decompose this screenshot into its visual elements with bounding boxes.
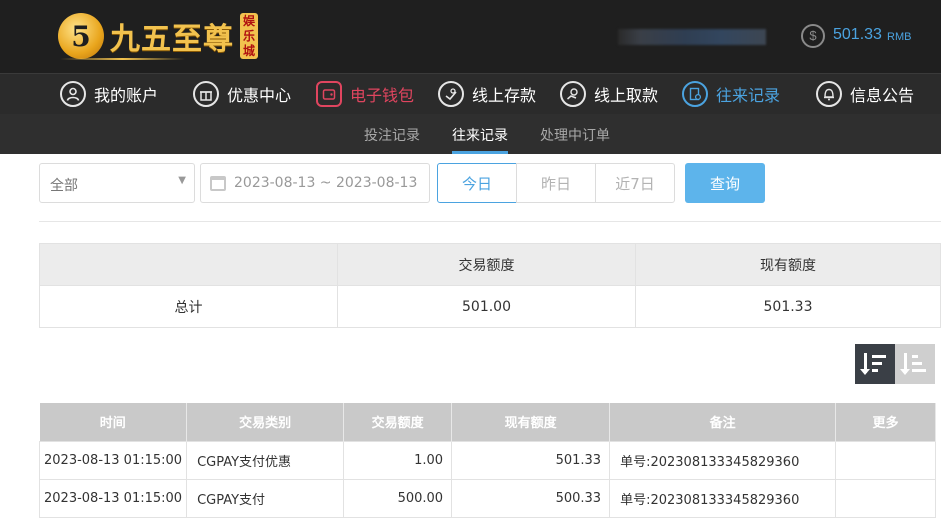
summary-header-balance: 现有额度: [635, 243, 941, 286]
gift-icon: [193, 81, 219, 107]
column-header-balance: 现有额度: [451, 403, 611, 441]
dollar-icon: $: [801, 24, 825, 48]
cell-more[interactable]: [835, 478, 936, 518]
nav-announcements[interactable]: 信息公告: [816, 80, 914, 108]
column-header-amount: 交易额度: [343, 403, 453, 441]
nav-online-withdraw[interactable]: 线上取款: [560, 80, 658, 108]
nav-online-deposit[interactable]: 线上存款: [438, 80, 536, 108]
withdraw-icon: [560, 81, 586, 107]
column-header-time: 时间: [39, 403, 188, 441]
sort-descending-button[interactable]: [855, 344, 895, 384]
cell-time: 2023-08-13 01:15:00: [38, 440, 188, 480]
logo-ornament: [60, 58, 185, 60]
summary-total-label: 总计: [39, 285, 338, 328]
deposit-icon: [438, 81, 464, 107]
masked-username: [618, 29, 766, 45]
cell-remark: 单号:202308133345829360: [609, 478, 837, 518]
nav-label: 线上存款: [472, 86, 537, 105]
records-header-row: 时间 交易类别 交易额度 现有额度 备注 更多: [39, 403, 936, 441]
select-value: 全部: [50, 178, 78, 194]
cell-time: 2023-08-13 01:15:00: [38, 478, 188, 518]
summary-header-amount: 交易额度: [337, 243, 636, 286]
divider: [39, 221, 941, 222]
cell-balance: 500.33: [451, 478, 611, 518]
wallet-icon: [316, 81, 342, 107]
summary-total-amount: 501.00: [337, 285, 636, 328]
summary-table: 交易额度 现有额度 总计 501.00 501.33: [39, 243, 941, 328]
column-header-remark: 备注: [609, 403, 837, 441]
date-range-value: 2023-08-13 ~ 2023-08-13: [234, 175, 418, 191]
tab-bet-records[interactable]: 投注记录: [364, 125, 420, 145]
nav-e-wallet[interactable]: 电子钱包: [316, 80, 414, 108]
yesterday-button[interactable]: 昨日: [516, 163, 596, 203]
site-logo[interactable]: 5 九五至尊 娱乐城: [58, 10, 258, 62]
balance-currency: RMB: [887, 31, 912, 43]
logo-tag: 娱乐城: [240, 13, 258, 59]
active-tab-indicator: [452, 151, 508, 154]
cell-remark: 单号:202308133345829360: [609, 440, 837, 480]
summary-total-balance: 501.33: [635, 285, 941, 328]
summary-header-row: 交易额度 现有额度: [39, 243, 941, 286]
calendar-icon: [210, 176, 226, 191]
summary-header-empty: [39, 243, 338, 286]
cell-type: CGPAY支付优惠: [186, 440, 345, 480]
nav-label: 往来记录: [716, 86, 781, 105]
sort-ascending-button[interactable]: [895, 344, 935, 384]
summary-total-row: 总计 501.00 501.33: [39, 285, 941, 328]
logo-emblem-icon: 5: [58, 13, 104, 59]
cell-type: CGPAY支付: [186, 478, 345, 518]
logo-text: 九五至尊: [110, 22, 234, 57]
user-icon: [60, 81, 86, 107]
nav-my-account[interactable]: 我的账户: [60, 80, 158, 108]
nav-label: 电子钱包: [350, 86, 415, 105]
today-button[interactable]: 今日: [437, 163, 517, 203]
nav-label: 线上取款: [594, 86, 659, 105]
chevron-down-icon: ▼: [178, 175, 186, 186]
cell-amount: 1.00: [343, 440, 453, 480]
sub-nav: 投注记录 往来记录 处理中订单: [0, 114, 941, 154]
sort-descending-icon: [860, 353, 888, 375]
tab-pending-orders[interactable]: 处理中订单: [540, 125, 610, 145]
records-table: 时间 交易类别 交易额度 现有额度 备注 更多 2023-08-13 01:15…: [38, 403, 936, 518]
main-nav: 我的账户 优惠中心 电子钱包 线上存款 线上取款 往来记录 信息公告: [0, 73, 941, 114]
balance-amount: 501.33: [833, 26, 882, 43]
tab-transaction-records[interactable]: 往来记录: [452, 125, 508, 145]
last-7-days-button[interactable]: 近7日: [595, 163, 675, 203]
nav-transaction-records[interactable]: 往来记录: [682, 80, 780, 108]
column-header-more: 更多: [835, 403, 936, 441]
records-icon: [682, 81, 708, 107]
nav-label: 优惠中心: [227, 86, 292, 105]
column-header-type: 交易类别: [186, 403, 345, 441]
query-button[interactable]: 查询: [685, 163, 765, 203]
sort-ascending-icon: [900, 353, 928, 375]
table-row: 2023-08-13 01:15:00 CGPAY支付 500.00 500.3…: [38, 478, 936, 518]
top-header: 5 九五至尊 娱乐城 $ 501.33 RMB: [0, 0, 941, 73]
transaction-type-select[interactable]: 全部 ▼: [39, 163, 195, 203]
date-range-picker[interactable]: 2023-08-13 ~ 2023-08-13: [200, 163, 430, 203]
cell-amount: 500.00: [343, 478, 453, 518]
cell-more[interactable]: [835, 440, 936, 480]
cell-balance: 501.33: [451, 440, 611, 480]
nav-label: 我的账户: [94, 86, 159, 105]
bell-icon: [816, 81, 842, 107]
nav-promotions[interactable]: 优惠中心: [193, 80, 291, 108]
table-row: 2023-08-13 01:15:00 CGPAY支付优惠 1.00 501.3…: [38, 440, 936, 480]
nav-label: 信息公告: [850, 86, 915, 105]
